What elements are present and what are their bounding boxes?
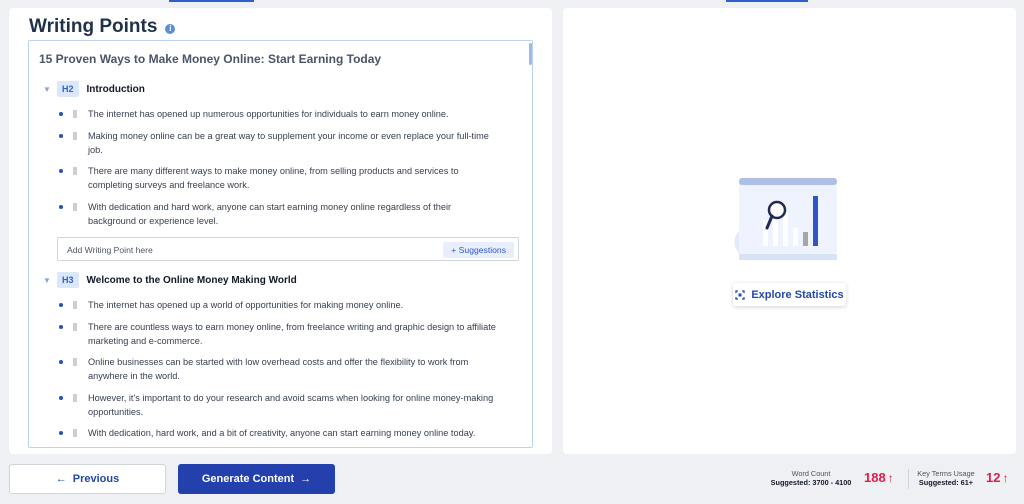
- word-count-suggested: Suggested: 3700 - 4100: [770, 478, 852, 487]
- key-terms-label: Key Terms Usage: [917, 469, 975, 478]
- heading-text: Welcome to the Online Money Making World: [86, 274, 297, 286]
- article-title: 15 Proven Ways to Make Money Online: Sta…: [39, 52, 382, 66]
- panel-title: Writing Points: [29, 16, 158, 37]
- scrollbar-thumb[interactable]: [529, 43, 532, 65]
- bullet-icon: [59, 134, 63, 138]
- drag-handle-icon[interactable]: [73, 301, 77, 309]
- previous-button[interactable]: ← Previous: [9, 464, 166, 494]
- info-icon[interactable]: i: [165, 23, 176, 34]
- heading-level-badge: H3: [57, 272, 79, 288]
- writing-point-text: Making money online can be a great way t…: [88, 131, 489, 156]
- bullet-icon: [59, 303, 63, 307]
- writing-point-text: The internet has opened up a world of op…: [88, 300, 404, 310]
- statistics-illustration-icon: [734, 178, 837, 260]
- writing-point-text: The internet has opened up numerous oppo…: [88, 109, 449, 119]
- writing-point-text: Online businesses can be started with lo…: [88, 357, 469, 382]
- key-terms-suggested: Suggested: 61+: [918, 478, 974, 487]
- writing-point[interactable]: With dedication and hard work, anyone ca…: [59, 200, 499, 228]
- writing-point-text: There are many different ways to make mo…: [88, 166, 459, 191]
- chevron-down-icon[interactable]: ▼: [43, 276, 55, 285]
- writing-point-text: There are countless ways to earn money o…: [88, 322, 496, 347]
- suggestions-button[interactable]: + Suggestions: [443, 242, 514, 258]
- tab-indicator-right: [726, 0, 808, 2]
- bullet-icon: [59, 431, 63, 435]
- writing-point-text: However, it's important to do your resea…: [88, 393, 494, 418]
- writing-point[interactable]: Online businesses can be started with lo…: [59, 355, 499, 383]
- drag-handle-icon[interactable]: [73, 132, 77, 140]
- statistics-panel: Explore Statistics: [563, 8, 1016, 454]
- arrow-left-icon: ←: [55, 473, 67, 485]
- heading-level-badge: H2: [57, 81, 79, 97]
- writing-point[interactable]: The internet has opened up numerous oppo…: [59, 107, 499, 121]
- drag-handle-icon[interactable]: [73, 358, 77, 366]
- key-terms-value: 12 ↑: [986, 470, 1008, 485]
- outline-heading[interactable]: ▼ H2 Introduction: [43, 81, 145, 97]
- generate-content-button[interactable]: Generate Content →: [178, 464, 335, 494]
- writing-point-text: With dedication and hard work, anyone ca…: [88, 202, 452, 227]
- previous-label: Previous: [72, 473, 120, 485]
- writing-point[interactable]: Making money online can be a great way t…: [59, 129, 499, 157]
- word-count-label: Word Count: [791, 469, 831, 478]
- writing-point[interactable]: With dedication, hard work, and a bit of…: [59, 426, 499, 440]
- add-writing-point-field[interactable]: Add Writing Point here + Suggestions: [57, 237, 519, 261]
- arrow-up-icon: ↑: [1002, 470, 1009, 485]
- word-count-number: 188: [864, 470, 886, 485]
- add-writing-point-placeholder: Add Writing Point here: [67, 245, 153, 255]
- writing-point[interactable]: The internet has opened up a world of op…: [59, 298, 499, 312]
- scan-icon: [735, 289, 745, 300]
- drag-handle-icon[interactable]: [73, 167, 77, 175]
- bullet-icon: [59, 396, 63, 400]
- writing-point[interactable]: There are countless ways to earn money o…: [59, 320, 499, 348]
- drag-handle-icon[interactable]: [73, 394, 77, 402]
- bullet-icon: [59, 112, 63, 116]
- explore-statistics-button[interactable]: Explore Statistics: [733, 283, 846, 306]
- word-count-value: 188 ↑: [864, 470, 894, 485]
- bullet-icon: [59, 325, 63, 329]
- panel-header: Writing Points i: [29, 16, 176, 38]
- writing-point[interactable]: There are many different ways to make mo…: [59, 164, 499, 192]
- writing-points-panel: Writing Points i 15 Proven Ways to Make …: [9, 8, 552, 454]
- drag-handle-icon[interactable]: [73, 203, 77, 211]
- stat-divider: [908, 469, 909, 489]
- generate-content-label: Generate Content: [201, 473, 295, 485]
- outline-heading[interactable]: ▼ H3 Welcome to the Online Money Making …: [43, 272, 297, 288]
- bullet-icon: [59, 360, 63, 364]
- bullet-icon: [59, 169, 63, 173]
- writing-point[interactable]: However, it's important to do your resea…: [59, 391, 499, 419]
- tab-indicator-left: [169, 0, 254, 2]
- arrow-right-icon: →: [300, 473, 312, 485]
- bullet-icon: [59, 205, 63, 209]
- drag-handle-icon[interactable]: [73, 323, 77, 331]
- explore-statistics-label: Explore Statistics: [751, 288, 844, 301]
- word-count-stat: Word Count Suggested: 3700 - 4100: [764, 469, 858, 488]
- writing-point-text: With dedication, hard work, and a bit of…: [88, 428, 476, 438]
- key-terms-stat: Key Terms Usage Suggested: 61+: [912, 469, 980, 488]
- outline-editor[interactable]: 15 Proven Ways to Make Money Online: Sta…: [28, 40, 533, 448]
- heading-text: Introduction: [86, 83, 145, 95]
- arrow-up-icon: ↑: [887, 470, 894, 485]
- chevron-down-icon[interactable]: ▼: [43, 85, 55, 94]
- drag-handle-icon[interactable]: [73, 110, 77, 118]
- key-terms-number: 12: [986, 470, 1001, 485]
- drag-handle-icon[interactable]: [73, 429, 77, 437]
